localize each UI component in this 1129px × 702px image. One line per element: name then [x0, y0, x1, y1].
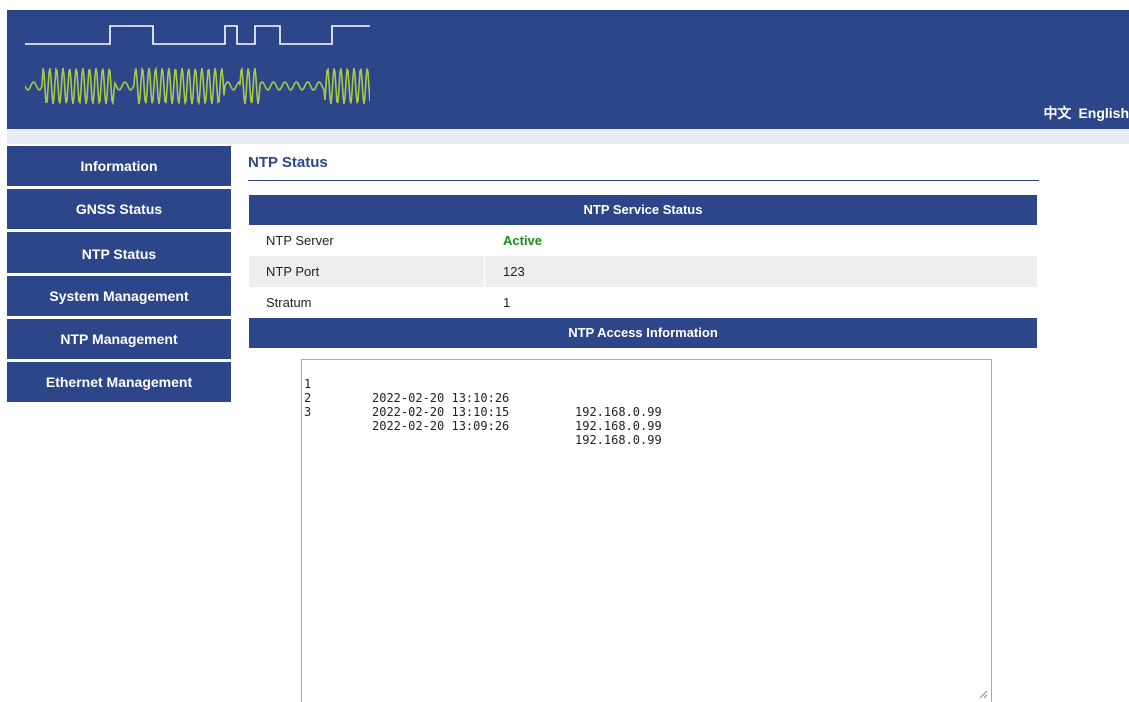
log-ip: 192.168.0.99 [575, 419, 662, 433]
resize-handle-icon[interactable] [978, 689, 988, 699]
sidebar-item-information[interactable]: Information [7, 146, 231, 186]
ntp-server-status-value: Active [503, 233, 543, 248]
title-divider [248, 180, 1039, 181]
access-log-textarea[interactable]: 1 2022-02-20 13:10:26 192.168.0.99 2 202… [301, 359, 992, 702]
table-row: NTP Server Active [249, 225, 1037, 256]
lang-english-link[interactable]: English [1078, 105, 1129, 121]
sidebar-nav: Information GNSS Status NTP Status Syste… [7, 146, 231, 405]
log-entry: 1 2022-02-20 13:10:26 192.168.0.99 [304, 363, 991, 419]
language-switcher: 中文 English [1043, 103, 1129, 123]
ntp-status-table: NTP Service Status NTP Server Active NTP… [249, 195, 1037, 348]
log-entry: 3 2022-02-20 13:09:26 192.168.0.99 [304, 391, 991, 447]
sidebar-item-gnss-status[interactable]: GNSS Status [7, 189, 231, 229]
log-entry: 2 2022-02-20 13:10:15 192.168.0.99 [304, 377, 991, 433]
log-timestamp: 2022-02-20 13:09:26 [372, 419, 510, 433]
sidebar-item-ntp-status[interactable]: NTP Status [7, 232, 231, 273]
sidebar-item-ethernet-management[interactable]: Ethernet Management [7, 362, 231, 402]
stratum-label: Stratum [266, 295, 312, 310]
ntp-service-status-heading: NTP Service Status [249, 195, 1037, 225]
ntp-port-value: 123 [503, 264, 525, 279]
table-row: NTP Port 123 [249, 256, 1037, 287]
log-ip: 192.168.0.99 [575, 433, 662, 447]
ntp-access-information-heading: NTP Access Information [249, 318, 1037, 348]
header-divider-strip [7, 129, 1129, 144]
log-timestamp: 2022-02-20 13:10:15 [372, 405, 510, 419]
sidebar-item-ntp-management[interactable]: NTP Management [7, 319, 231, 359]
lang-chinese-link[interactable]: 中文 [1043, 105, 1071, 121]
logo-waveform-icon [25, 25, 370, 106]
page-title: NTP Status [248, 154, 328, 171]
header-banner: 中文 English [7, 10, 1129, 129]
table-row: Stratum 1 [249, 287, 1037, 318]
ntp-port-label: NTP Port [266, 264, 320, 279]
sidebar-item-system-management[interactable]: System Management [7, 276, 231, 316]
log-index: 3 [304, 405, 312, 419]
ntp-server-label: NTP Server [266, 233, 334, 248]
cell-divider [484, 256, 485, 287]
log-ip: 192.168.0.99 [575, 405, 662, 419]
stratum-value: 1 [503, 295, 511, 310]
